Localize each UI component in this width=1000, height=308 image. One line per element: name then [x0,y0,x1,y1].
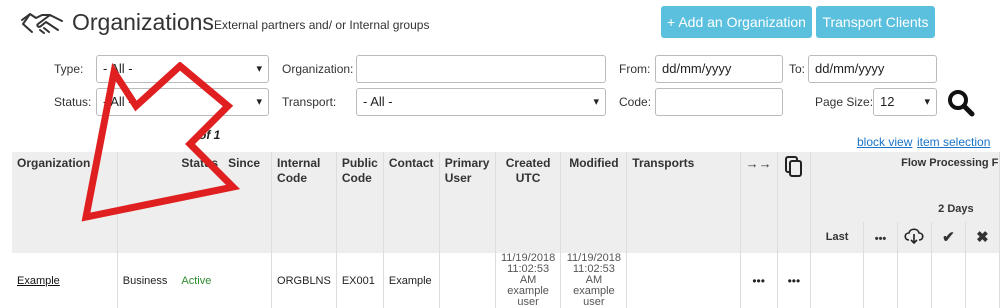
copy-icon [784,156,802,177]
cloud-cell [897,253,932,308]
failed-cell [965,253,1000,308]
col-more[interactable]: ••• [863,222,898,253]
transport-label: Transport: [282,95,337,109]
from-label: From: [619,62,651,76]
page-size-select[interactable]: 12 [873,88,937,116]
more-icon: ••• [874,233,887,245]
modified-time: 11:02:53 AM [572,263,615,286]
internal-code-cell: ORGBLNS [271,253,337,308]
success-cell [931,253,966,308]
row-actions-2[interactable]: ••• [777,253,812,308]
organization-input[interactable] [356,55,606,83]
table-row[interactable]: Example Business Active ORGBLNS EX001 Ex… [12,253,1000,308]
annotation-arrow-icon [81,62,241,222]
org-type-cell: Business [122,274,168,287]
search-icon[interactable] [946,88,976,118]
col-failed[interactable]: ✖ [965,222,1000,253]
transport-select-value: - All - [363,94,393,109]
primary-user-cell [439,253,496,308]
cloud-icon [904,228,924,245]
transports-cell [626,253,741,308]
org-name-link[interactable]: Example [17,275,60,287]
from-date-input[interactable]: dd/mm/yyyy [655,55,783,83]
item-selection-link[interactable]: item selection [917,135,990,149]
check-icon: ✔ [942,229,955,246]
double-arrow-icon: →→ [745,156,772,171]
add-organization-button[interactable]: + Add an Organization [661,6,812,38]
transport-clients-button[interactable]: Transport Clients [816,6,935,38]
col-contact[interactable]: Contact [383,152,440,253]
organization-label: Organization: [282,62,354,76]
col-last[interactable]: Last [810,222,865,253]
modified-cell: 11/19/2018 11:02:53 AM example user [560,253,628,308]
code-label: Code: [619,95,652,109]
since-cell [223,253,273,308]
public-code-cell: EX001 [336,253,384,308]
col-forward[interactable]: →→ [740,152,778,253]
org-name-cell[interactable]: Example [12,253,118,308]
last-cell [810,253,865,308]
col-internal-code[interactable]: Internal Code [271,152,337,253]
col-copy[interactable] [777,152,812,253]
handshake-icon [21,13,63,34]
col-created[interactable]: Created UTC [495,152,562,253]
created-cell: 11/19/2018 11:02:53 AM example user [495,253,562,308]
two-days-label: 2 Days [938,203,974,215]
created-user: example user [507,285,549,308]
col-success[interactable]: 2 Days ✔ [931,203,974,253]
block-view-link[interactable]: block view [857,135,912,149]
col-modified[interactable]: Modified [560,152,628,253]
page-size-value: 12 [880,94,895,109]
status-cell: Active [181,274,212,287]
contact-cell: Example [383,253,440,308]
col-cloud[interactable] [897,222,932,253]
page-title: Organizations [72,9,214,35]
row-actions-1[interactable]: ••• [740,253,778,308]
to-date-input[interactable]: dd/mm/yyyy [808,55,937,83]
transport-select[interactable]: - All - [356,88,606,116]
page-size-label: Page Size: [815,95,874,109]
col-public-code[interactable]: Public Code [336,152,384,253]
modified-user: example user [573,285,615,308]
x-icon: ✖ [976,229,989,246]
more-cell [863,253,898,308]
col-transports[interactable]: Transports [626,152,741,253]
col-primary-user[interactable]: Primary User [439,152,496,253]
created-time: 11:02:53 AM [507,263,550,286]
page-subtitle: External partners and/ or Internal group… [214,18,430,32]
to-label: To: [789,62,806,76]
code-input[interactable] [655,88,783,116]
